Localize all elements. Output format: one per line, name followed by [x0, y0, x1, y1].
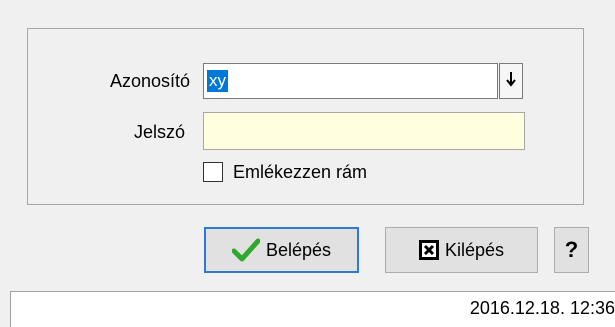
login-button[interactable]: Belépés: [204, 227, 359, 273]
checkmark-icon: [231, 238, 260, 262]
login-window: Azonosító xy Jelszó Emlékezzen rám Belép…: [0, 0, 615, 327]
username-dropdown-button[interactable]: [499, 63, 523, 99]
status-bar: 2016.12.18. 12:36: [10, 291, 615, 327]
username-label: Azonosító: [109, 71, 190, 91]
remember-me-checkbox[interactable]: Emlékezzen rám: [203, 160, 367, 184]
password-label: Jelszó: [133, 122, 185, 142]
help-button[interactable]: ?: [554, 227, 589, 273]
status-datetime: 2016.12.18. 12:36: [469, 298, 615, 318]
exit-button-label: Kilépés: [444, 239, 505, 260]
username-value: xy: [207, 70, 228, 92]
close-box-icon: [418, 240, 439, 260]
exit-button[interactable]: Kilépés: [385, 227, 538, 273]
password-field[interactable]: [203, 112, 525, 150]
checkbox-box[interactable]: [203, 162, 223, 182]
down-arrow-icon: [506, 71, 516, 92]
remember-me-label: Emlékezzen rám: [233, 161, 368, 182]
login-button-label: Belépés: [265, 239, 332, 260]
help-question-mark: ?: [564, 237, 579, 262]
username-field[interactable]: xy: [203, 63, 498, 99]
